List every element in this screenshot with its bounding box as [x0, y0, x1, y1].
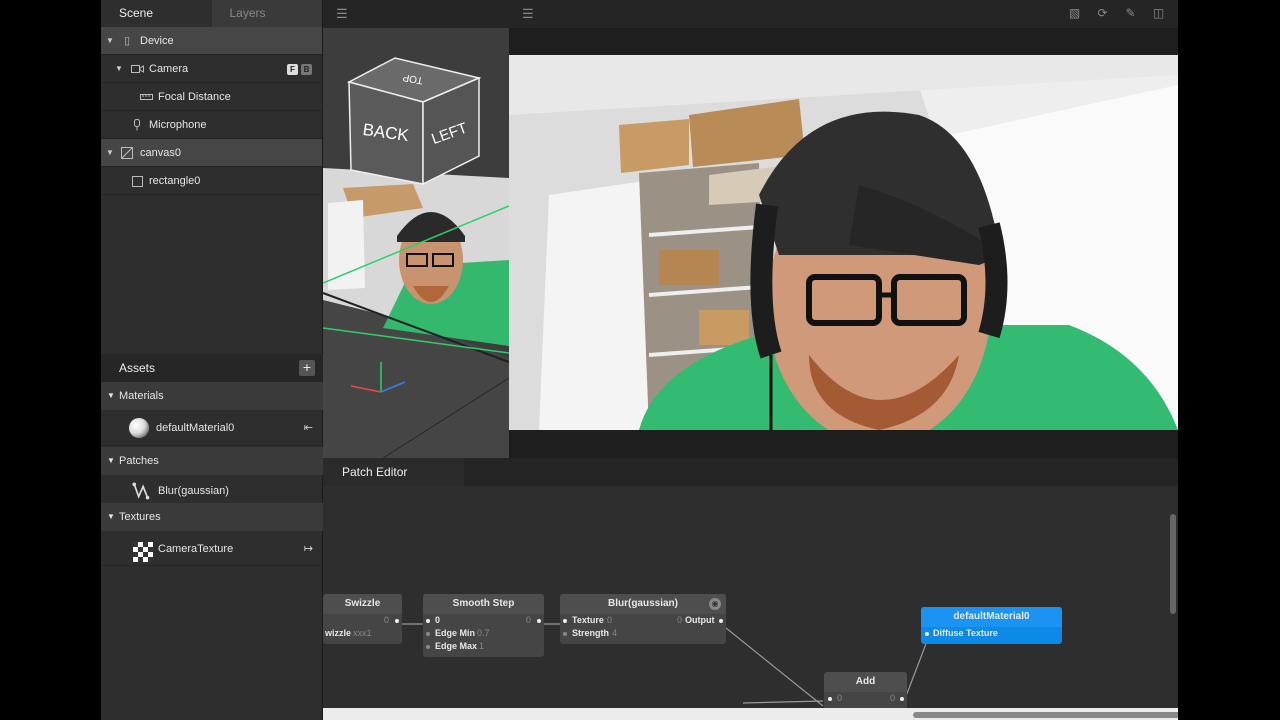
device-icon: ▯ — [123, 35, 131, 47]
patch-group-icon[interactable]: ◉ — [709, 598, 721, 610]
tree-item-label: canvas0 — [140, 147, 181, 159]
tree-item-camera[interactable]: ▼ Camera F B — [101, 55, 322, 83]
output-port[interactable] — [395, 619, 399, 623]
node-title: Blur(gaussian) — [560, 594, 726, 614]
app-window: Scene Layers ▼ ▯ Device ▼ Camera F B Foc… — [101, 0, 1178, 720]
asset-section-textures[interactable]: ▼ Textures — [101, 503, 323, 531]
input-port[interactable] — [563, 619, 567, 623]
assets-header: Assets + — [101, 354, 323, 382]
patch-editor-canvas[interactable]: Swizzle 0 wizzle xxx1 Smooth Step 0 0 Ed… — [323, 486, 1178, 720]
menu-icon[interactable]: ☰ — [522, 6, 534, 22]
asset-section-label: Patches — [119, 455, 159, 467]
horizontal-scrollbar[interactable] — [913, 712, 1178, 718]
patch-editor-tabs: Patch Editor — [323, 458, 1178, 486]
scene-3d-canvas: TOP BACK LEFT — [323, 28, 509, 458]
tree-item-label: rectangle0 — [149, 175, 201, 187]
node-title: Add — [824, 672, 907, 692]
tree-item-label: Device — [140, 35, 174, 47]
tree-item-device[interactable]: ▼ ▯ Device — [101, 27, 322, 55]
tree-item-label: Camera — [149, 63, 189, 75]
front-camera-badge[interactable]: F — [287, 64, 298, 75]
layout-icon[interactable]: ◫ — [1152, 7, 1165, 20]
patch-icon — [132, 482, 150, 500]
node-param-row: Edge Min 0.7 — [423, 627, 544, 640]
add-asset-button[interactable]: + — [299, 360, 315, 376]
output-port[interactable] — [719, 619, 723, 623]
assets-title: Assets — [119, 361, 156, 375]
microphone-icon — [130, 111, 144, 139]
tree-item-label: Focal Distance — [158, 91, 231, 103]
patch-node-add[interactable]: Add 0 0 — [824, 672, 907, 712]
tree-item-canvas0[interactable]: ▼ canvas0 — [101, 139, 322, 167]
caret-down-icon[interactable]: ▼ — [107, 382, 115, 410]
patch-node-default-material[interactable]: defaultMaterial0 Diffuse Texture — [921, 607, 1062, 644]
node-input-row: Diffuse Texture — [921, 627, 1062, 640]
tab-patch-editor[interactable]: Patch Editor — [323, 458, 464, 486]
caret-down-icon[interactable]: ▼ — [107, 447, 115, 475]
menu-icon[interactable]: ☰ — [336, 6, 348, 22]
tree-item-label: Microphone — [149, 119, 207, 131]
left-panel: Scene Layers ▼ ▯ Device ▼ Camera F B Foc… — [101, 0, 323, 720]
input-port[interactable] — [426, 619, 430, 623]
view3d-toolbar: ☰ — [323, 0, 509, 28]
edit-icon[interactable]: ✎ — [1124, 7, 1137, 20]
asset-item-label: defaultMaterial0 — [156, 422, 235, 434]
asset-item-texture[interactable]: CameraTexture ↦ — [101, 532, 323, 566]
scene-3d-view[interactable]: ☰ TOP BACK LEFT — [323, 0, 509, 458]
node-input-row: Texture 0 0 Output — [560, 614, 726, 627]
viewport-bottom-bar — [509, 430, 1178, 458]
input-port[interactable] — [563, 632, 567, 636]
output-port[interactable] — [537, 619, 541, 623]
caret-down-icon[interactable]: ▼ — [114, 55, 124, 83]
refresh-icon[interactable]: ⟳ — [1096, 7, 1109, 20]
patch-node-smooth-step[interactable]: Smooth Step 0 0 Edge Min 0.7 Edge Max 1 — [423, 594, 544, 657]
caret-down-icon[interactable]: ▼ — [107, 503, 115, 531]
node-param-row: Strength 4 — [560, 627, 726, 640]
back-camera-badge[interactable]: B — [301, 64, 312, 75]
texture-link-icon[interactable]: ↦ — [304, 532, 313, 566]
tree-item-focal-distance[interactable]: Focal Distance — [101, 83, 322, 111]
output-port[interactable] — [900, 697, 904, 701]
viewport-top-bar — [509, 28, 1178, 55]
input-port[interactable] — [828, 697, 832, 701]
input-port[interactable] — [426, 645, 430, 649]
asset-section-label: Materials — [119, 390, 164, 402]
node-param-row: wizzle xxx1 — [325, 628, 372, 638]
patch-node-blur[interactable]: Blur(gaussian) ◉ Texture 0 0 Output Stre… — [560, 594, 726, 644]
node-input-row: 0 0 — [824, 692, 907, 705]
asset-section-materials[interactable]: ▼ Materials — [101, 382, 323, 410]
ruler-icon — [139, 83, 153, 111]
canvas-icon — [120, 139, 134, 167]
simulator-icon[interactable]: ▧ — [1068, 7, 1081, 20]
asset-section-label: Textures — [119, 511, 161, 523]
vertical-scrollbar[interactable] — [1170, 514, 1176, 614]
tree-item-microphone[interactable]: Microphone — [101, 111, 322, 139]
node-title: Smooth Step — [423, 594, 544, 614]
asset-item-label: CameraTexture — [158, 543, 234, 555]
rectangle-icon — [130, 167, 144, 195]
caret-down-icon[interactable]: ▼ — [105, 27, 115, 55]
material-link-icon[interactable]: ⇤ — [304, 410, 313, 446]
asset-section-patches[interactable]: ▼ Patches — [101, 447, 323, 475]
node-title: defaultMaterial0 — [921, 607, 1062, 627]
camera-feed-image — [509, 55, 1178, 430]
checker-icon — [133, 542, 153, 562]
tab-scene[interactable]: Scene — [101, 0, 212, 27]
node-param-row: Edge Max 1 — [423, 640, 544, 653]
input-port[interactable] — [426, 632, 430, 636]
node-input-row: 0 — [323, 614, 402, 627]
camera-preview[interactable] — [509, 55, 1178, 430]
node-title: Swizzle — [323, 594, 402, 614]
node-input-row: 0 0 — [423, 614, 544, 627]
input-port[interactable] — [925, 632, 929, 636]
patch-node-swizzle[interactable]: Swizzle 0 wizzle xxx1 — [323, 594, 402, 644]
tab-layers[interactable]: Layers — [212, 0, 323, 27]
asset-item-material[interactable]: defaultMaterial0 ⇤ — [101, 410, 323, 446]
camera-icon — [130, 55, 144, 83]
tree-item-rectangle0[interactable]: rectangle0 — [101, 167, 322, 195]
panel-tabs: Scene Layers — [101, 0, 322, 27]
sphere-icon — [129, 418, 149, 438]
viewport-toolbar: ☰ ▧ ⟳ ✎ ◫ — [509, 0, 1178, 28]
caret-down-icon[interactable]: ▼ — [105, 139, 115, 167]
